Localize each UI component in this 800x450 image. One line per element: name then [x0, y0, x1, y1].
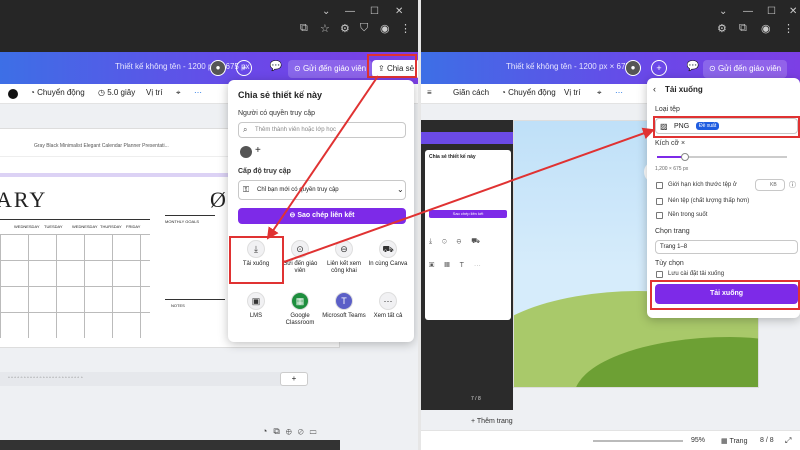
- arrow-download-to-filetype: [283, 127, 655, 263]
- arrow-share-to-download: [266, 75, 379, 240]
- annotation-arrows: [266, 75, 655, 263]
